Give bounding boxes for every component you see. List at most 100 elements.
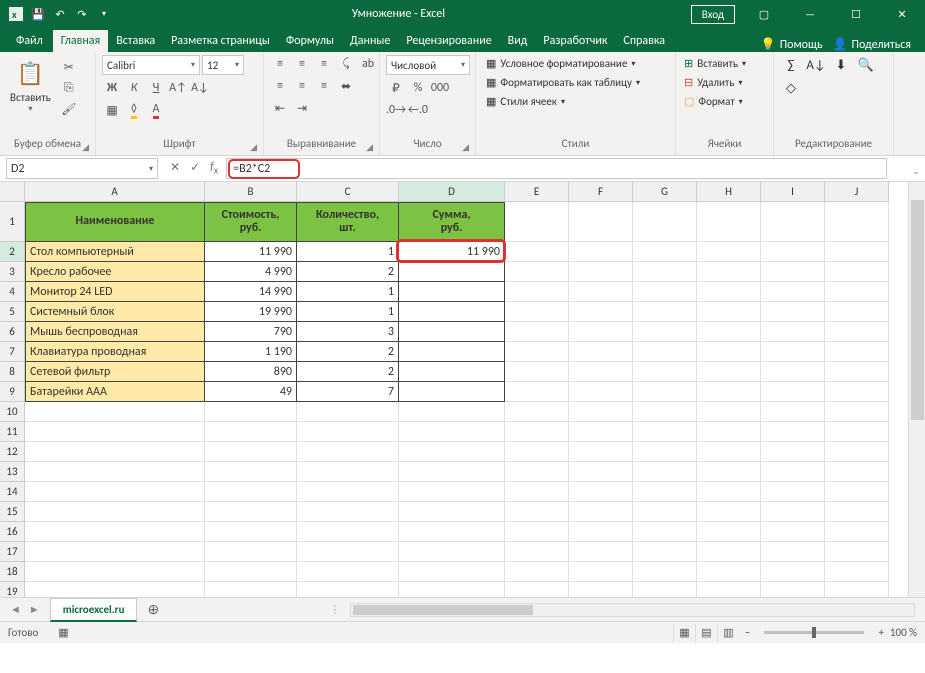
select-all-corner[interactable] bbox=[0, 182, 25, 202]
cell-H14[interactable] bbox=[697, 482, 761, 502]
cell-J5[interactable] bbox=[825, 302, 889, 322]
clear-button[interactable]: ◇ bbox=[780, 78, 802, 98]
cell-D17[interactable] bbox=[399, 542, 505, 562]
format-cells-button[interactable]: ▢Формат▾ bbox=[682, 93, 745, 110]
cell-A10[interactable] bbox=[25, 402, 205, 422]
fill-button[interactable]: ⬇ bbox=[830, 55, 852, 75]
align-center-button[interactable]: ≡ bbox=[292, 77, 312, 95]
cell-H10[interactable] bbox=[697, 402, 761, 422]
indent-increase-button[interactable]: ⇥ bbox=[292, 99, 312, 117]
cell-J18[interactable] bbox=[825, 562, 889, 582]
bold-button[interactable]: Ж bbox=[102, 79, 122, 97]
cell-C7[interactable]: 2 bbox=[297, 342, 399, 362]
font-name-combo[interactable]: Calibri▾ bbox=[102, 55, 200, 75]
cell-G13[interactable] bbox=[633, 462, 697, 482]
cell-D5[interactable] bbox=[399, 302, 505, 322]
minimize-button[interactable]: — bbox=[787, 0, 833, 28]
autosum-button[interactable]: ∑ bbox=[780, 55, 802, 75]
cell-G2[interactable] bbox=[633, 242, 697, 262]
cell-J2[interactable] bbox=[825, 242, 889, 262]
cell-D11[interactable] bbox=[399, 422, 505, 442]
column-header-E[interactable]: E bbox=[505, 182, 569, 202]
row-header-13[interactable]: 13 bbox=[0, 462, 25, 482]
ribbon-options-button[interactable]: ▢ bbox=[741, 0, 787, 28]
cell-G6[interactable] bbox=[633, 322, 697, 342]
cell-B4[interactable]: 14 990 bbox=[205, 282, 297, 302]
row-header-11[interactable]: 11 bbox=[0, 422, 25, 442]
tab-file[interactable]: Файл bbox=[6, 30, 53, 52]
cell-G5[interactable] bbox=[633, 302, 697, 322]
cell-J11[interactable] bbox=[825, 422, 889, 442]
cell-C5[interactable]: 1 bbox=[297, 302, 399, 322]
cell-C2[interactable]: 1 bbox=[297, 242, 399, 262]
cell-A8[interactable]: Сетевой фильтр bbox=[25, 362, 205, 382]
cell-H16[interactable] bbox=[697, 522, 761, 542]
cell-C11[interactable] bbox=[297, 422, 399, 442]
zoom-slider[interactable] bbox=[764, 631, 864, 634]
horizontal-scrollbar[interactable] bbox=[350, 603, 915, 617]
cell-B19[interactable] bbox=[205, 582, 297, 597]
save-icon[interactable]: 💾 bbox=[30, 6, 46, 22]
paste-button[interactable]: 📋 Вставить ▾ bbox=[6, 55, 55, 116]
cell-E6[interactable] bbox=[505, 322, 569, 342]
cell-G12[interactable] bbox=[633, 442, 697, 462]
cell-F2[interactable] bbox=[569, 242, 633, 262]
cell-A2[interactable]: Стол компьютерный bbox=[25, 242, 205, 262]
comma-button[interactable]: 000 bbox=[430, 79, 450, 97]
next-sheet-button[interactable]: ► bbox=[29, 603, 40, 616]
number-format-combo[interactable]: Числовой▾ bbox=[386, 55, 470, 75]
zoom-out-button[interactable]: − bbox=[745, 626, 750, 639]
cell-A16[interactable] bbox=[25, 522, 205, 542]
align-top-button[interactable]: ≡ bbox=[270, 55, 290, 73]
cell-J9[interactable] bbox=[825, 382, 889, 402]
cell-F16[interactable] bbox=[569, 522, 633, 542]
cell-I14[interactable] bbox=[761, 482, 825, 502]
cell-E4[interactable] bbox=[505, 282, 569, 302]
cell-A1[interactable]: Наименование bbox=[25, 202, 205, 242]
percent-button[interactable]: % bbox=[408, 79, 428, 97]
column-header-J[interactable]: J bbox=[825, 182, 889, 202]
cell-G18[interactable] bbox=[633, 562, 697, 582]
cell-B3[interactable]: 4 990 bbox=[205, 262, 297, 282]
dialog-launcher-icon[interactable]: ◢ bbox=[462, 142, 469, 153]
grid[interactable]: НаименованиеСтоимость,руб.Количество,шт.… bbox=[25, 202, 889, 597]
row-header-16[interactable]: 16 bbox=[0, 522, 25, 542]
cell-A13[interactable] bbox=[25, 462, 205, 482]
cell-I15[interactable] bbox=[761, 502, 825, 522]
cell-C13[interactable] bbox=[297, 462, 399, 482]
cell-I6[interactable] bbox=[761, 322, 825, 342]
cell-E14[interactable] bbox=[505, 482, 569, 502]
cell-G9[interactable] bbox=[633, 382, 697, 402]
cell-C3[interactable]: 2 bbox=[297, 262, 399, 282]
cell-F14[interactable] bbox=[569, 482, 633, 502]
cell-E13[interactable] bbox=[505, 462, 569, 482]
zoom-in-button[interactable]: + bbox=[878, 626, 883, 639]
cell-A9[interactable]: Батарейки AAA bbox=[25, 382, 205, 402]
underline-button[interactable]: Ч bbox=[146, 79, 166, 97]
cell-E10[interactable] bbox=[505, 402, 569, 422]
cell-C17[interactable] bbox=[297, 542, 399, 562]
borders-button[interactable]: ▦ bbox=[102, 101, 122, 119]
name-box[interactable]: D2▾ bbox=[6, 158, 158, 179]
cell-H7[interactable] bbox=[697, 342, 761, 362]
cell-A7[interactable]: Клавиатура проводная bbox=[25, 342, 205, 362]
cell-B6[interactable]: 790 bbox=[205, 322, 297, 342]
cell-D2[interactable]: 11 990 bbox=[399, 242, 505, 262]
cell-I17[interactable] bbox=[761, 542, 825, 562]
cell-F7[interactable] bbox=[569, 342, 633, 362]
cell-I9[interactable] bbox=[761, 382, 825, 402]
cell-E3[interactable] bbox=[505, 262, 569, 282]
conditional-formatting-button[interactable]: ▦Условное форматирование▾ bbox=[482, 55, 639, 72]
font-color-button[interactable]: A bbox=[146, 101, 166, 119]
cell-H17[interactable] bbox=[697, 542, 761, 562]
cell-C18[interactable] bbox=[297, 562, 399, 582]
currency-button[interactable]: ₽ bbox=[386, 79, 406, 97]
copy-button[interactable]: ⎘ bbox=[59, 79, 79, 97]
cell-F11[interactable] bbox=[569, 422, 633, 442]
close-button[interactable]: ✕ bbox=[879, 0, 925, 28]
cell-G15[interactable] bbox=[633, 502, 697, 522]
cell-E5[interactable] bbox=[505, 302, 569, 322]
enter-formula-button[interactable]: ✓ bbox=[190, 160, 200, 176]
cell-J17[interactable] bbox=[825, 542, 889, 562]
cell-E19[interactable] bbox=[505, 582, 569, 597]
